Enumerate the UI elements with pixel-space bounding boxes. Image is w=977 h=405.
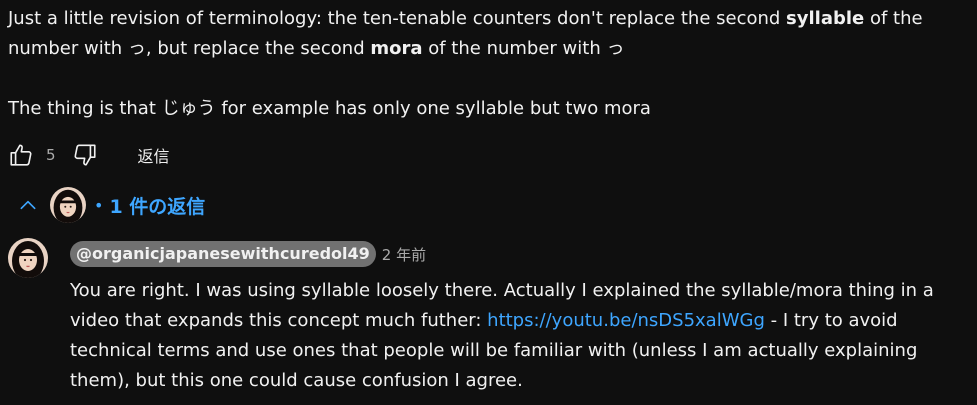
chevron-up-icon [14,191,42,219]
comment-text: Just a little revision of terminology: t… [8,4,968,64]
dislike-button[interactable] [70,140,100,170]
comment-text-part: Just a little revision of terminology: t… [8,8,787,29]
like-button[interactable] [6,140,36,170]
thumbs-down-icon [74,144,96,166]
comment-bold-syllable: syllable [786,8,865,29]
reply-text: You are right. I was using syllable loos… [70,276,965,396]
author-name[interactable]: @organicjapanesewithcuredol49 [70,241,376,267]
reply-button[interactable]: 返信 [138,143,170,167]
comment-bold-mora: mora [370,38,423,59]
reply-timestamp[interactable]: 2 年前 [382,244,426,265]
comment-body: Just a little revision of terminology: t… [8,4,968,124]
replies-count-label: 1 件の返信 [109,195,206,218]
like-count: 5 [46,146,56,164]
thumbs-up-icon [10,144,32,166]
reply-header: @organicjapanesewithcuredol49 2 年前 [70,240,426,268]
video-link[interactable]: https://youtu.be/nsDS5xalWGg [487,310,765,331]
avatar[interactable] [8,238,48,278]
replies-toggle-button[interactable]: • 1 件の返信 [14,186,205,224]
separator-dot: • [94,195,104,215]
comment-text-part: of the number with っ [422,38,625,59]
comment-text-line2: The thing is that じゅう for example has on… [8,98,651,119]
comment-actions: 5 返信 [6,139,170,171]
reply-author-avatar-small [50,187,86,223]
